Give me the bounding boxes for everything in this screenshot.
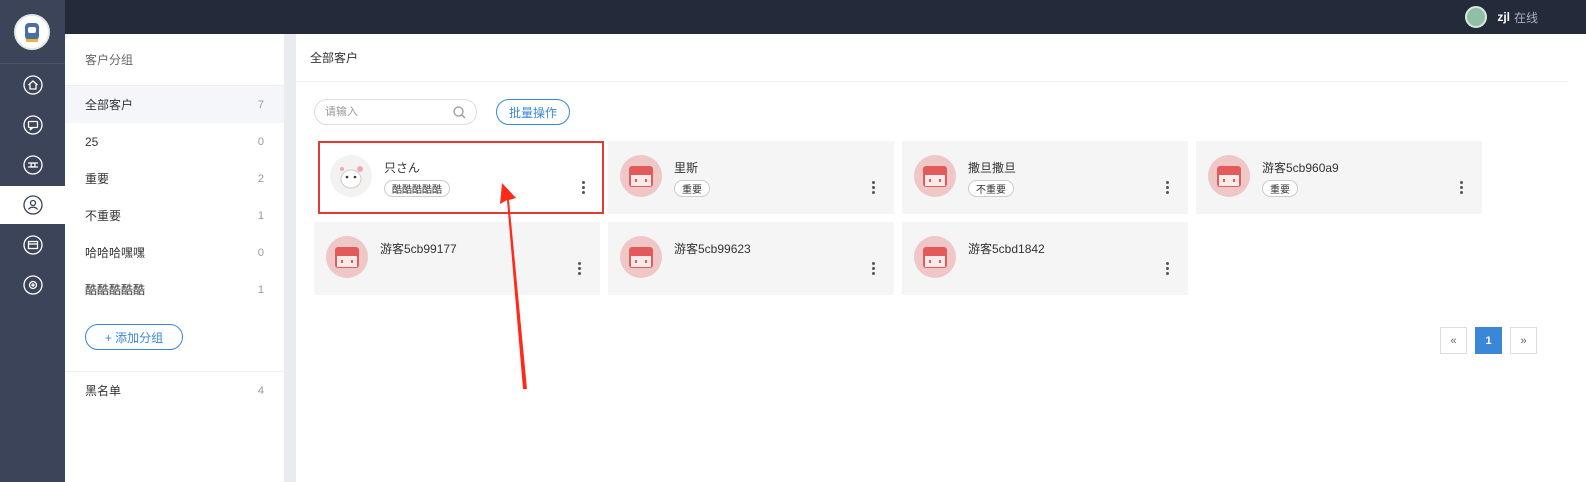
search-icon[interactable]: [453, 106, 466, 119]
group-item-important[interactable]: 重要 2: [65, 160, 284, 197]
search-input[interactable]: [325, 106, 445, 118]
customer-panel-title: 全部客户: [296, 34, 1586, 82]
group-item-label: 全部客户: [85, 98, 134, 112]
nav-settings[interactable]: [0, 266, 65, 304]
home-icon: [22, 75, 43, 95]
customer-icon: [22, 195, 43, 215]
more-options-icon[interactable]: [1166, 181, 1170, 194]
pagination-next-button[interactable]: »: [1510, 327, 1537, 354]
user-menu[interactable]: zjl 在线: [1465, 6, 1538, 28]
customer-avatar: [620, 236, 662, 278]
group-item-label: 25: [85, 134, 99, 149]
batch-action-button[interactable]: 批量操作: [496, 99, 570, 125]
sidebar-rail: [0, 0, 65, 482]
group-item-all[interactable]: 全部客户 7: [65, 86, 284, 123]
user-status: 在线: [1513, 10, 1538, 25]
pagination-prev-button[interactable]: «: [1440, 327, 1467, 354]
group-item-count: 0: [257, 135, 264, 148]
customer-card[interactable]: 里斯 重要: [608, 141, 894, 214]
customer-tag: 不重要: [968, 180, 1014, 197]
customer-avatar: [914, 236, 956, 278]
group-item-count: 7: [257, 98, 264, 111]
group-item-haha[interactable]: 哈哈哈嘿嘿 0: [65, 234, 284, 271]
customer-card[interactable]: 游客5cb99623: [608, 222, 894, 295]
customer-card[interactable]: 游客5cb99177: [314, 222, 600, 295]
rail-divider: [0, 63, 65, 64]
customer-card[interactable]: 撒旦撒旦 不重要: [902, 141, 1188, 214]
top-bar: zjl 在线: [0, 0, 1586, 34]
customer-panel: 全部客户 批量操作 只さん 酷酷酷酷酷 里斯 重要 撒旦撒旦 不重要 游客5cb…: [296, 34, 1586, 482]
group-item-label: 酷酷酷酷酷: [85, 283, 146, 297]
customer-name: 只さん: [384, 161, 421, 175]
group-item-25[interactable]: 25 0: [65, 123, 284, 160]
group-panel-title: 客户分组: [65, 34, 284, 86]
group-item-label: 黑名单: [85, 384, 122, 398]
search-box[interactable]: [314, 99, 477, 125]
group-item-count: 2: [257, 172, 264, 185]
chat-icon: [22, 115, 43, 135]
nav-chat[interactable]: [0, 106, 65, 144]
customer-name: 游客5cb960a9: [1262, 161, 1339, 175]
more-options-icon[interactable]: [872, 262, 876, 275]
settings-icon: [22, 275, 43, 295]
more-options-icon[interactable]: [1460, 181, 1464, 194]
group-item-cool[interactable]: 酷酷酷酷酷 1: [65, 271, 284, 308]
customer-avatar: [330, 155, 372, 197]
group-item-label: 重要: [85, 172, 110, 186]
customer-card[interactable]: 游客5cb960a9 重要: [1196, 141, 1482, 214]
group-item-label: 不重要: [85, 209, 122, 223]
customer-card[interactable]: 游客5cbd1842: [902, 222, 1188, 295]
app-logo[interactable]: [14, 14, 50, 50]
group-item-blacklist[interactable]: 黑名单 4: [65, 372, 284, 409]
customer-name: 游客5cb99177: [380, 242, 457, 256]
customer-tag: 重要: [674, 180, 710, 197]
customer-avatar: [1208, 155, 1250, 197]
shop-icon: [22, 235, 43, 255]
nav-customers[interactable]: [0, 186, 65, 224]
group-panel: 客户分组 全部客户 7 25 0 重要 2 不重要 1 哈哈哈嘿嘿 0 酷酷酷酷…: [65, 34, 290, 482]
pagination-page-button[interactable]: 1: [1475, 327, 1502, 354]
customer-name: 游客5cb99623: [674, 242, 751, 256]
more-options-icon[interactable]: [582, 181, 586, 194]
customer-name: 里斯: [674, 161, 699, 175]
nav-home[interactable]: [0, 66, 65, 104]
customer-tag: 重要: [1262, 180, 1298, 197]
user-avatar[interactable]: [1465, 6, 1488, 28]
customer-name: 撒旦撒旦: [968, 161, 1017, 175]
add-group-button[interactable]: + 添加分组: [85, 324, 183, 350]
customer-avatar: [914, 155, 956, 197]
customer-avatar: [326, 236, 368, 278]
user-name: zjl: [1497, 10, 1510, 24]
customer-card[interactable]: 只さん 酷酷酷酷酷: [318, 141, 604, 214]
pagination: « 1 »: [1440, 327, 1537, 354]
scrollbar-track[interactable]: [1568, 34, 1586, 482]
group-item-count: 1: [257, 209, 264, 222]
group-item-unimportant[interactable]: 不重要 1: [65, 197, 284, 234]
group-item-count: 0: [257, 246, 264, 259]
more-options-icon[interactable]: [1166, 262, 1170, 275]
group-item-count: 1: [257, 283, 264, 296]
customer-tag: 酷酷酷酷酷: [384, 180, 450, 197]
group-item-count: 4: [257, 384, 264, 397]
nav-shop[interactable]: [0, 226, 65, 264]
more-options-icon[interactable]: [578, 262, 582, 275]
customer-name: 游客5cbd1842: [968, 242, 1045, 256]
group-item-label: 哈哈哈嘿嘿: [85, 246, 146, 260]
more-options-icon[interactable]: [872, 181, 876, 194]
nav-history[interactable]: [0, 146, 65, 184]
history-icon: [22, 155, 43, 175]
customer-avatar: [620, 155, 662, 197]
